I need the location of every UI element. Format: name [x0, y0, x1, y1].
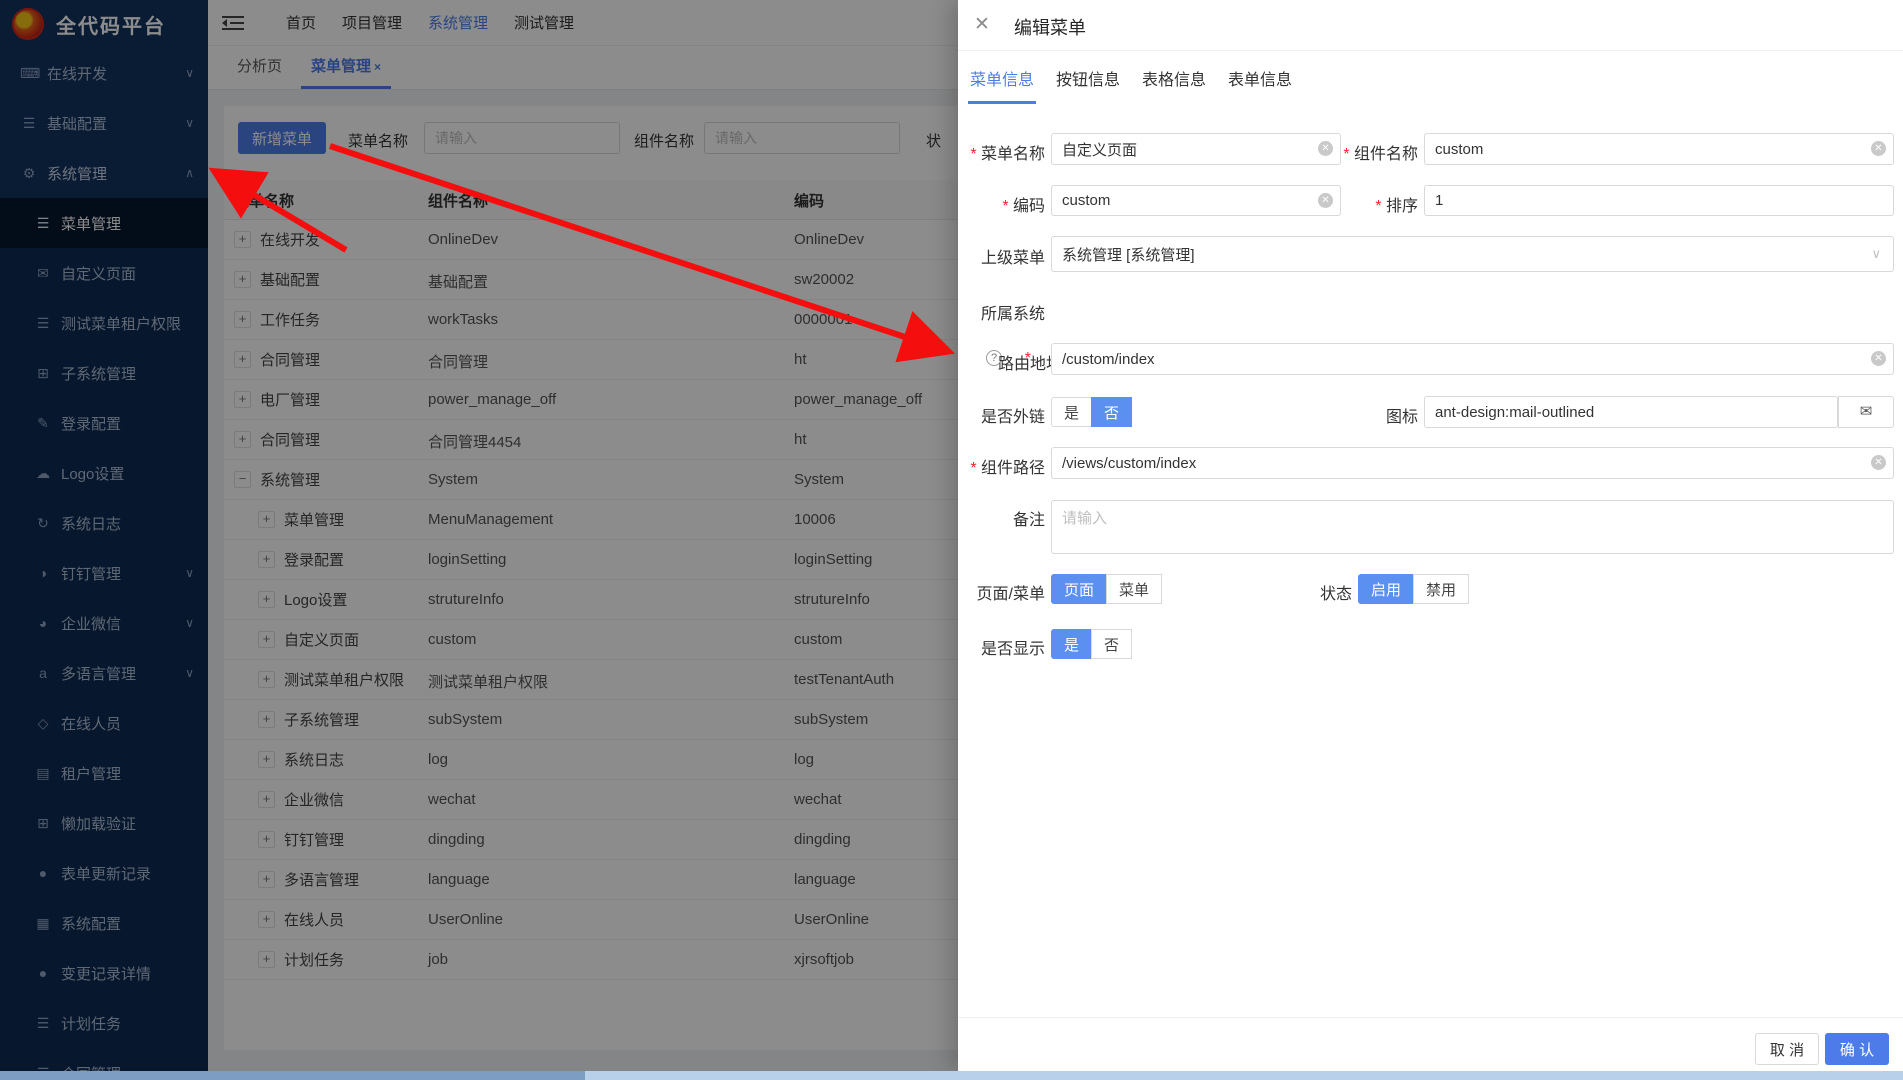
route-label: 路由地址	[998, 350, 1051, 374]
menu-name-label: 菜单名称	[958, 140, 1045, 164]
page-menu-label: 页面/菜单	[948, 580, 1045, 604]
external-link-segment: 是 否	[1051, 397, 1132, 427]
sort-input[interactable]	[1424, 185, 1894, 216]
drawer-tab[interactable]: 表格信息	[1142, 66, 1206, 104]
status-label: 状态	[1272, 580, 1352, 604]
clear-icon[interactable]: ✕	[1871, 351, 1886, 366]
icon-field-label: 图标	[1338, 403, 1418, 427]
icon-input[interactable]	[1424, 396, 1838, 428]
segment-option[interactable]: 页面	[1051, 574, 1107, 604]
app-root: 全代码平台 ⌨ 在线开发 ∨ ☰ 基础配置 ∨ ⚙ 系统管理 ∧	[0, 0, 1903, 1080]
parent-menu-value: 系统管理 [系统管理]	[1062, 244, 1195, 265]
drawer-tab[interactable]: 表单信息	[1228, 66, 1292, 104]
mail-icon-button[interactable]: ✉	[1838, 396, 1894, 428]
cancel-button[interactable]: 取 消	[1755, 1033, 1819, 1065]
comp-path-input[interactable]	[1051, 447, 1894, 479]
segment-option[interactable]: 是	[1051, 629, 1092, 659]
drawer-tab[interactable]: 按钮信息	[1056, 66, 1120, 104]
external-link-label: 是否外链	[958, 403, 1045, 427]
confirm-button[interactable]: 确 认	[1825, 1033, 1889, 1065]
horizontal-scrollbar	[0, 1071, 1903, 1080]
parent-menu-label: 上级菜单	[958, 244, 1045, 268]
drawer-title: 编辑菜单	[1014, 14, 1086, 40]
scrollbar-thumb[interactable]	[0, 1071, 585, 1080]
drawer-tabs: 菜单信息 按钮信息 表格信息 表单信息	[970, 66, 1292, 104]
visible-segment: 是 否	[1051, 629, 1132, 659]
drawer-tab[interactable]: 菜单信息	[970, 66, 1034, 104]
remark-label: 备注	[958, 506, 1045, 530]
divider	[958, 50, 1903, 51]
segment-option[interactable]: 禁用	[1413, 574, 1469, 604]
divider	[958, 1017, 1903, 1018]
segment-option[interactable]: 是	[1051, 397, 1092, 427]
segment-option[interactable]: 菜单	[1106, 574, 1162, 604]
drawer-close-icon[interactable]: ✕	[974, 13, 990, 36]
clear-icon[interactable]: ✕	[1871, 455, 1886, 470]
comp-name-label: 组件名称	[1298, 140, 1418, 164]
sort-label: 排序	[1298, 192, 1418, 216]
parent-menu-select[interactable]: 系统管理 [系统管理] ∨	[1051, 236, 1894, 272]
segment-option[interactable]: 启用	[1358, 574, 1414, 604]
segment-option[interactable]: 否	[1091, 397, 1132, 427]
edit-menu-drawer: ✕ 编辑菜单 菜单信息 按钮信息 表格信息 表单信息 菜单名称 ✕ 组件名称 ✕…	[958, 0, 1903, 1071]
code-label: 编码	[958, 192, 1045, 216]
route-input[interactable]	[1051, 343, 1894, 375]
comp-path-label: 组件路径	[958, 454, 1045, 478]
system-label: 所属系统	[958, 300, 1045, 324]
status-segment: 启用 禁用	[1358, 574, 1469, 604]
remark-textarea[interactable]	[1051, 500, 1894, 554]
comp-name-input[interactable]	[1424, 133, 1894, 165]
drawer-mask[interactable]	[0, 0, 958, 1080]
clear-icon[interactable]: ✕	[1871, 141, 1886, 156]
visible-label: 是否显示	[958, 635, 1045, 659]
chevron-down-icon: ∨	[1871, 246, 1881, 262]
segment-option[interactable]: 否	[1091, 629, 1132, 659]
page-menu-segment: 页面 菜单	[1051, 574, 1162, 604]
